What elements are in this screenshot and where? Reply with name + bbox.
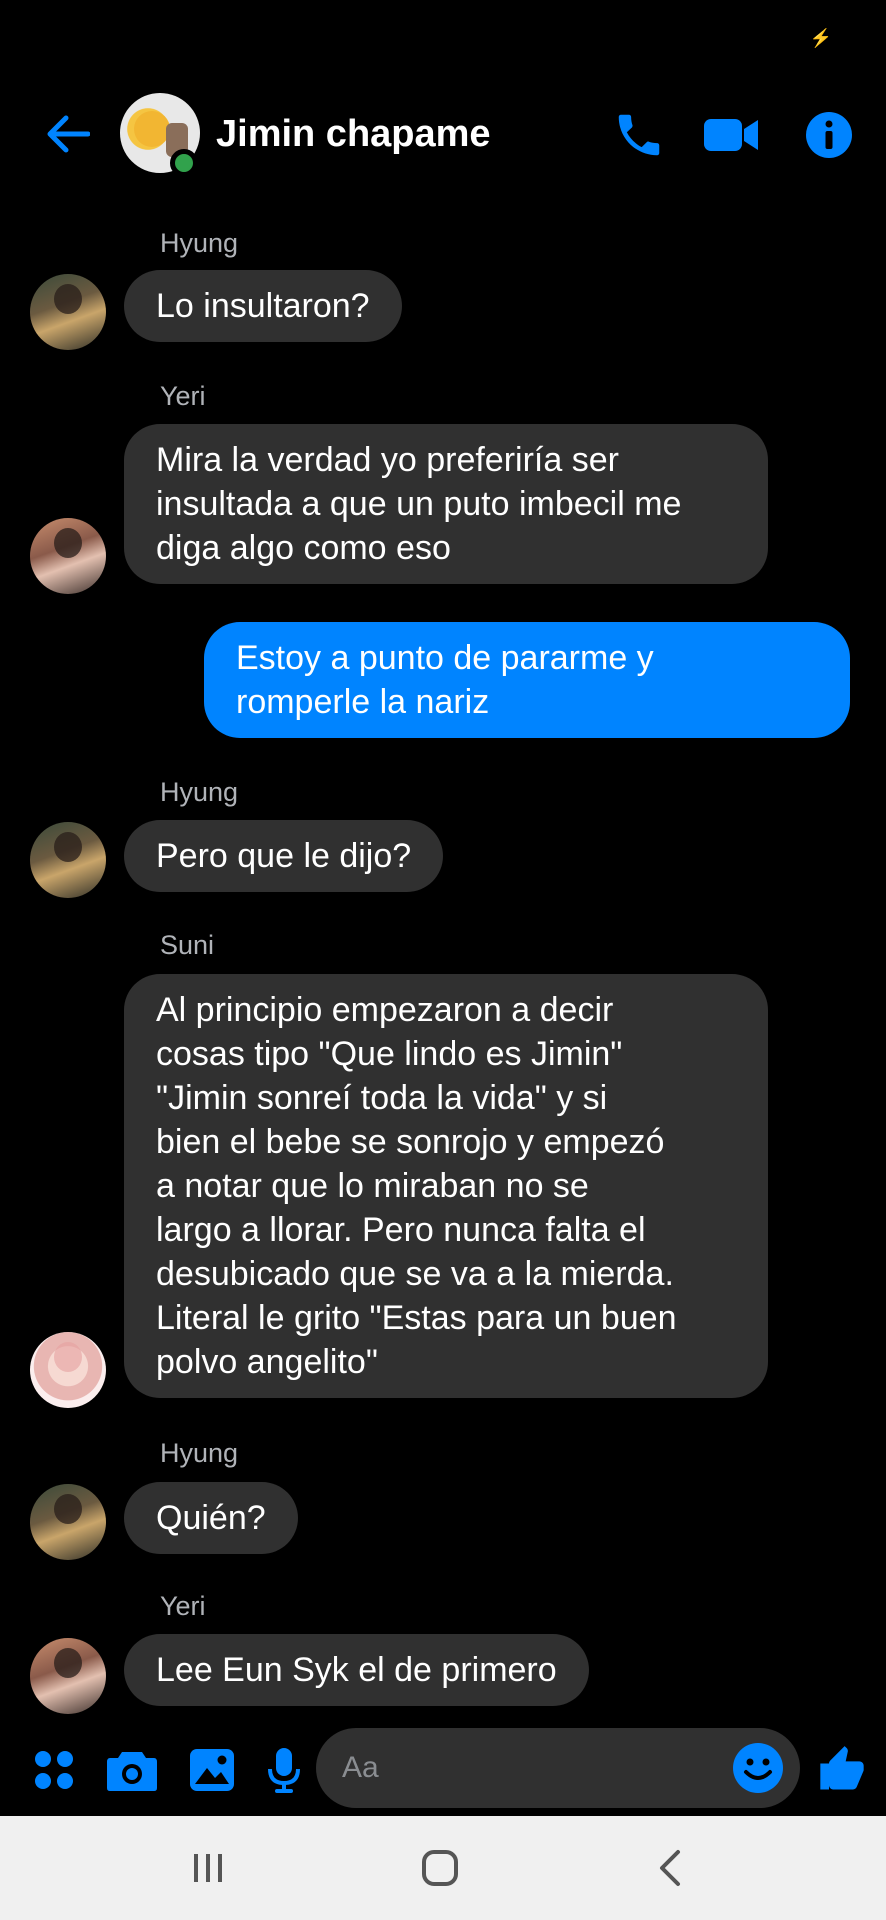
message-bubble[interactable]: Lee Eun Syk el de primero bbox=[124, 1634, 589, 1706]
message-bubble[interactable]: Lo insultaron? bbox=[124, 270, 402, 342]
sender-name: Yeri bbox=[160, 381, 206, 411]
sender-name: Yeri bbox=[160, 1591, 206, 1621]
message-text: Al principio empezaron a decir cosas tip… bbox=[156, 991, 677, 1381]
message-bubble[interactable]: Al principio empezaron a decir cosas tip… bbox=[124, 974, 768, 1398]
camera-icon bbox=[107, 1752, 157, 1791]
charging-icon: ⚡ bbox=[809, 28, 832, 48]
chat-header: Jimin chapame bbox=[0, 85, 886, 185]
message-bubble[interactable]: Quién? bbox=[124, 1482, 298, 1554]
avatar-head bbox=[54, 1342, 82, 1372]
home-icon bbox=[422, 1850, 458, 1886]
avatar-yeri[interactable] bbox=[30, 1638, 106, 1714]
like-button[interactable] bbox=[814, 1742, 870, 1798]
message-text: Mira la verdad yo preferiría ser insulta… bbox=[156, 441, 682, 567]
message-input[interactable] bbox=[342, 1746, 722, 1790]
avatar-hyung[interactable] bbox=[30, 1484, 106, 1560]
message-composer bbox=[0, 1728, 886, 1812]
voice-call-button[interactable] bbox=[608, 107, 670, 163]
image-icon bbox=[190, 1749, 234, 1791]
message-input-wrapper bbox=[316, 1728, 800, 1808]
camera-button[interactable] bbox=[104, 1742, 160, 1798]
system-back-button[interactable] bbox=[640, 1846, 700, 1890]
recent-apps-button[interactable] bbox=[178, 1846, 238, 1890]
sender-name: Suni bbox=[160, 930, 215, 960]
gallery-button[interactable] bbox=[184, 1742, 240, 1798]
smiley-icon bbox=[733, 1743, 783, 1793]
avatar-yeri[interactable] bbox=[30, 518, 106, 594]
avatar-suni[interactable] bbox=[30, 1332, 106, 1408]
system-navigation-bar bbox=[0, 1816, 886, 1920]
chat-title[interactable]: Jimin chapame bbox=[216, 113, 491, 156]
thumbs-up-icon bbox=[820, 1746, 864, 1790]
message-text: Estoy a punto de pararme y romperle la n… bbox=[236, 639, 654, 721]
apps-button[interactable] bbox=[26, 1742, 82, 1798]
info-button[interactable] bbox=[800, 107, 858, 163]
avatar-head bbox=[54, 832, 82, 862]
message-text: Lo insultaron? bbox=[156, 287, 370, 325]
message-bubble[interactable]: Mira la verdad yo preferiría ser insulta… bbox=[124, 424, 768, 584]
video-camera-icon bbox=[704, 119, 758, 151]
sender-name: Hyung bbox=[160, 777, 239, 807]
own-message-bubble[interactable]: Estoy a punto de pararme y romperle la n… bbox=[204, 622, 850, 738]
message-text: Pero que le dijo? bbox=[156, 837, 412, 875]
home-button[interactable] bbox=[410, 1846, 470, 1890]
phone-icon bbox=[618, 114, 660, 156]
video-call-button[interactable] bbox=[698, 107, 764, 163]
arrow-left-icon bbox=[47, 115, 90, 153]
avatar-head bbox=[54, 1494, 82, 1524]
avatar-head bbox=[54, 284, 82, 314]
status-bar: ⚡ bbox=[0, 0, 886, 70]
sender-name: Hyung bbox=[160, 1438, 239, 1468]
back-button[interactable] bbox=[36, 109, 98, 159]
message-text: Quién? bbox=[156, 1499, 266, 1537]
voice-record-button[interactable] bbox=[256, 1742, 312, 1798]
recent-apps-icon bbox=[194, 1854, 222, 1882]
info-icon bbox=[806, 112, 852, 158]
apps-grid-icon bbox=[35, 1751, 73, 1789]
emoji-button[interactable] bbox=[730, 1740, 786, 1796]
avatar-hyung[interactable] bbox=[30, 274, 106, 350]
avatar-head bbox=[54, 1648, 82, 1678]
avatar-head bbox=[54, 528, 82, 558]
emoji-face-icon bbox=[134, 111, 170, 147]
microphone-icon bbox=[268, 1748, 300, 1793]
online-status-dot bbox=[170, 149, 198, 177]
sender-name: Hyung bbox=[160, 228, 239, 258]
message-text: Lee Eun Syk el de primero bbox=[156, 1651, 557, 1689]
avatar-hyung[interactable] bbox=[30, 822, 106, 898]
message-bubble[interactable]: Pero que le dijo? bbox=[124, 820, 444, 892]
back-chevron-icon bbox=[660, 1850, 680, 1886]
